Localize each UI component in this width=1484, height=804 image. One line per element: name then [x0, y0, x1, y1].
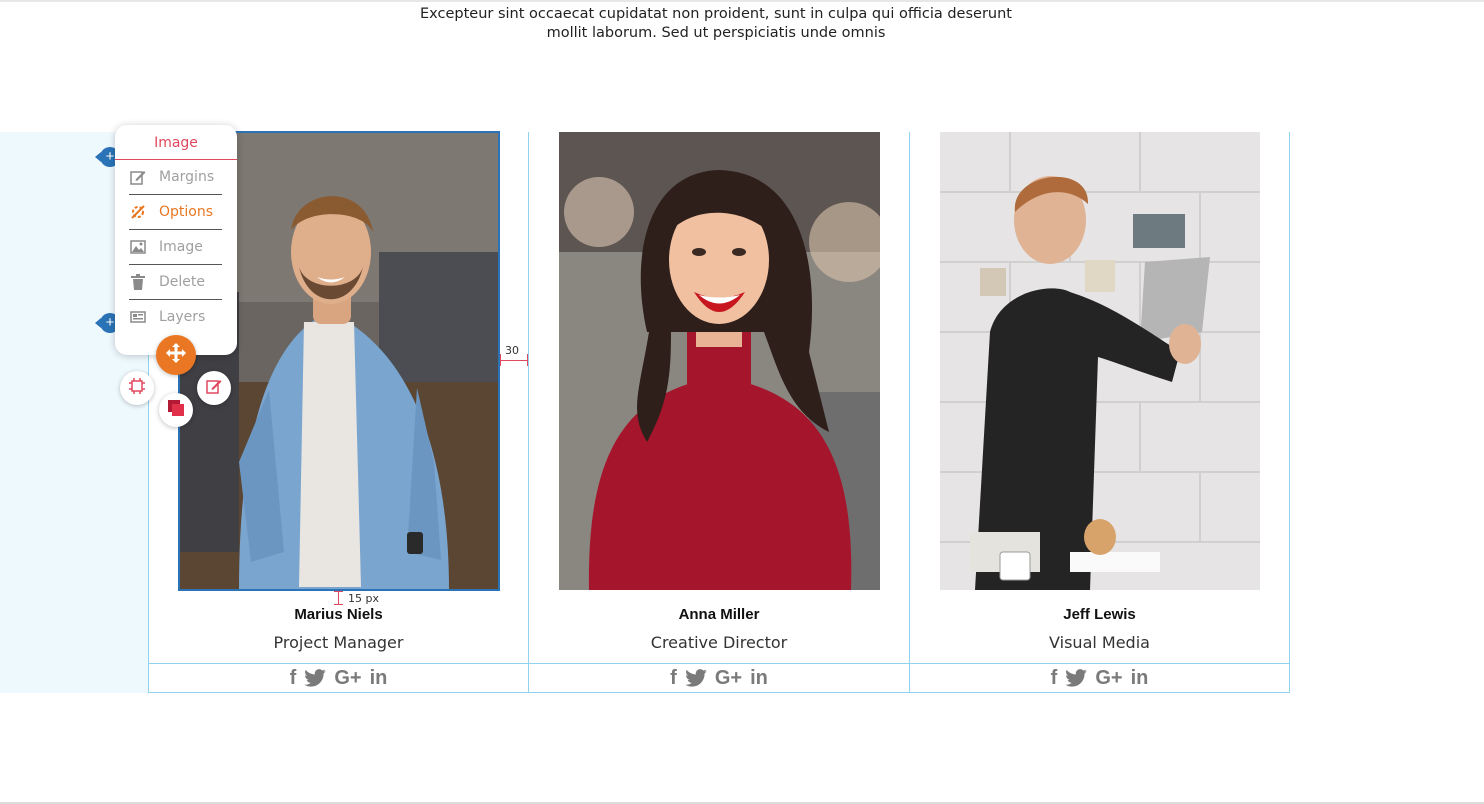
social-links: f G+ in [528, 663, 910, 693]
menu-title: Image [115, 125, 237, 160]
twitter-icon[interactable] [685, 669, 707, 687]
team-column-3[interactable]: Jeff Lewis Visual Media f G+ in [909, 132, 1290, 693]
menu-item-label: Options [159, 204, 214, 220]
facebook-icon[interactable]: f [290, 668, 297, 688]
padding-measure: 15 px [348, 592, 379, 605]
menu-item-label: Delete [159, 274, 205, 290]
menu-item-layers[interactable]: Layers [129, 300, 222, 334]
team-photo-anna[interactable] [559, 132, 880, 590]
team-column-2[interactable]: Anna Miller Creative Director f G+ in [528, 132, 910, 693]
google-plus-icon[interactable]: G+ [334, 668, 361, 688]
duplicate-icon [167, 399, 185, 421]
edit-icon [129, 168, 147, 186]
menu-item-image[interactable]: Image [129, 230, 222, 265]
member-name: Jeff Lewis [1063, 606, 1136, 623]
menu-item-options[interactable]: Options [129, 195, 222, 230]
edit-button[interactable] [197, 371, 231, 405]
facebook-icon[interactable]: f [1051, 668, 1058, 688]
margin-guide-start [500, 354, 501, 366]
margin-guide-end [527, 354, 528, 366]
member-name: Marius Niels [294, 606, 383, 623]
duplicate-button[interactable] [159, 393, 193, 427]
social-links: f G+ in [909, 663, 1290, 693]
options-icon [129, 203, 147, 221]
team-photo-jeff[interactable] [940, 132, 1260, 590]
select-frame-icon [129, 378, 145, 398]
menu-item-margins[interactable]: Margins [129, 160, 222, 195]
move-icon [165, 342, 187, 368]
padding-guide-top [334, 591, 343, 592]
margin-value: 30 [505, 344, 519, 357]
image-context-menu: Image Margins Options Image Delete Layer… [115, 125, 237, 355]
intro-line-2: mollit laborum. Sed ut perspiciatis unde… [546, 25, 886, 41]
facebook-icon[interactable]: f [670, 668, 677, 688]
edit-icon [206, 378, 222, 398]
member-role: Project Manager [273, 633, 404, 652]
move-button[interactable] [156, 335, 196, 375]
padding-unit: px [365, 592, 380, 605]
photo-anna-image [559, 132, 880, 590]
google-plus-icon[interactable]: G+ [715, 668, 742, 688]
intro-text: Excepteur sint occaecat cupidatat non pr… [340, 5, 1092, 43]
menu-item-label: Margins [159, 169, 215, 185]
photo-jeff-image [940, 132, 1260, 590]
margin-guide-line [500, 360, 528, 361]
menu-item-label: Layers [159, 309, 206, 325]
intro-line-1: Excepteur sint occaecat cupidatat non pr… [420, 6, 1012, 22]
linkedin-icon[interactable]: in [750, 668, 768, 688]
social-links: f G+ in [148, 663, 529, 693]
member-role: Visual Media [1049, 633, 1150, 652]
menu-item-delete[interactable]: Delete [129, 265, 222, 300]
linkedin-icon[interactable]: in [370, 668, 388, 688]
member-role: Creative Director [650, 633, 788, 652]
layers-icon [129, 308, 147, 326]
linkedin-icon[interactable]: in [1131, 668, 1149, 688]
menu-item-label: Image [159, 239, 203, 255]
image-icon [129, 238, 147, 256]
twitter-icon[interactable] [1065, 669, 1088, 687]
twitter-icon[interactable] [304, 669, 327, 687]
google-plus-icon[interactable]: G+ [1095, 668, 1122, 688]
top-divider [0, 0, 1484, 2]
select-parent-button[interactable] [120, 371, 154, 405]
padding-guide-line [338, 591, 339, 605]
padding-guide-bottom [334, 604, 343, 605]
member-name: Anna Miller [678, 606, 760, 623]
padding-value: 15 [348, 592, 362, 605]
trash-icon [129, 273, 147, 291]
